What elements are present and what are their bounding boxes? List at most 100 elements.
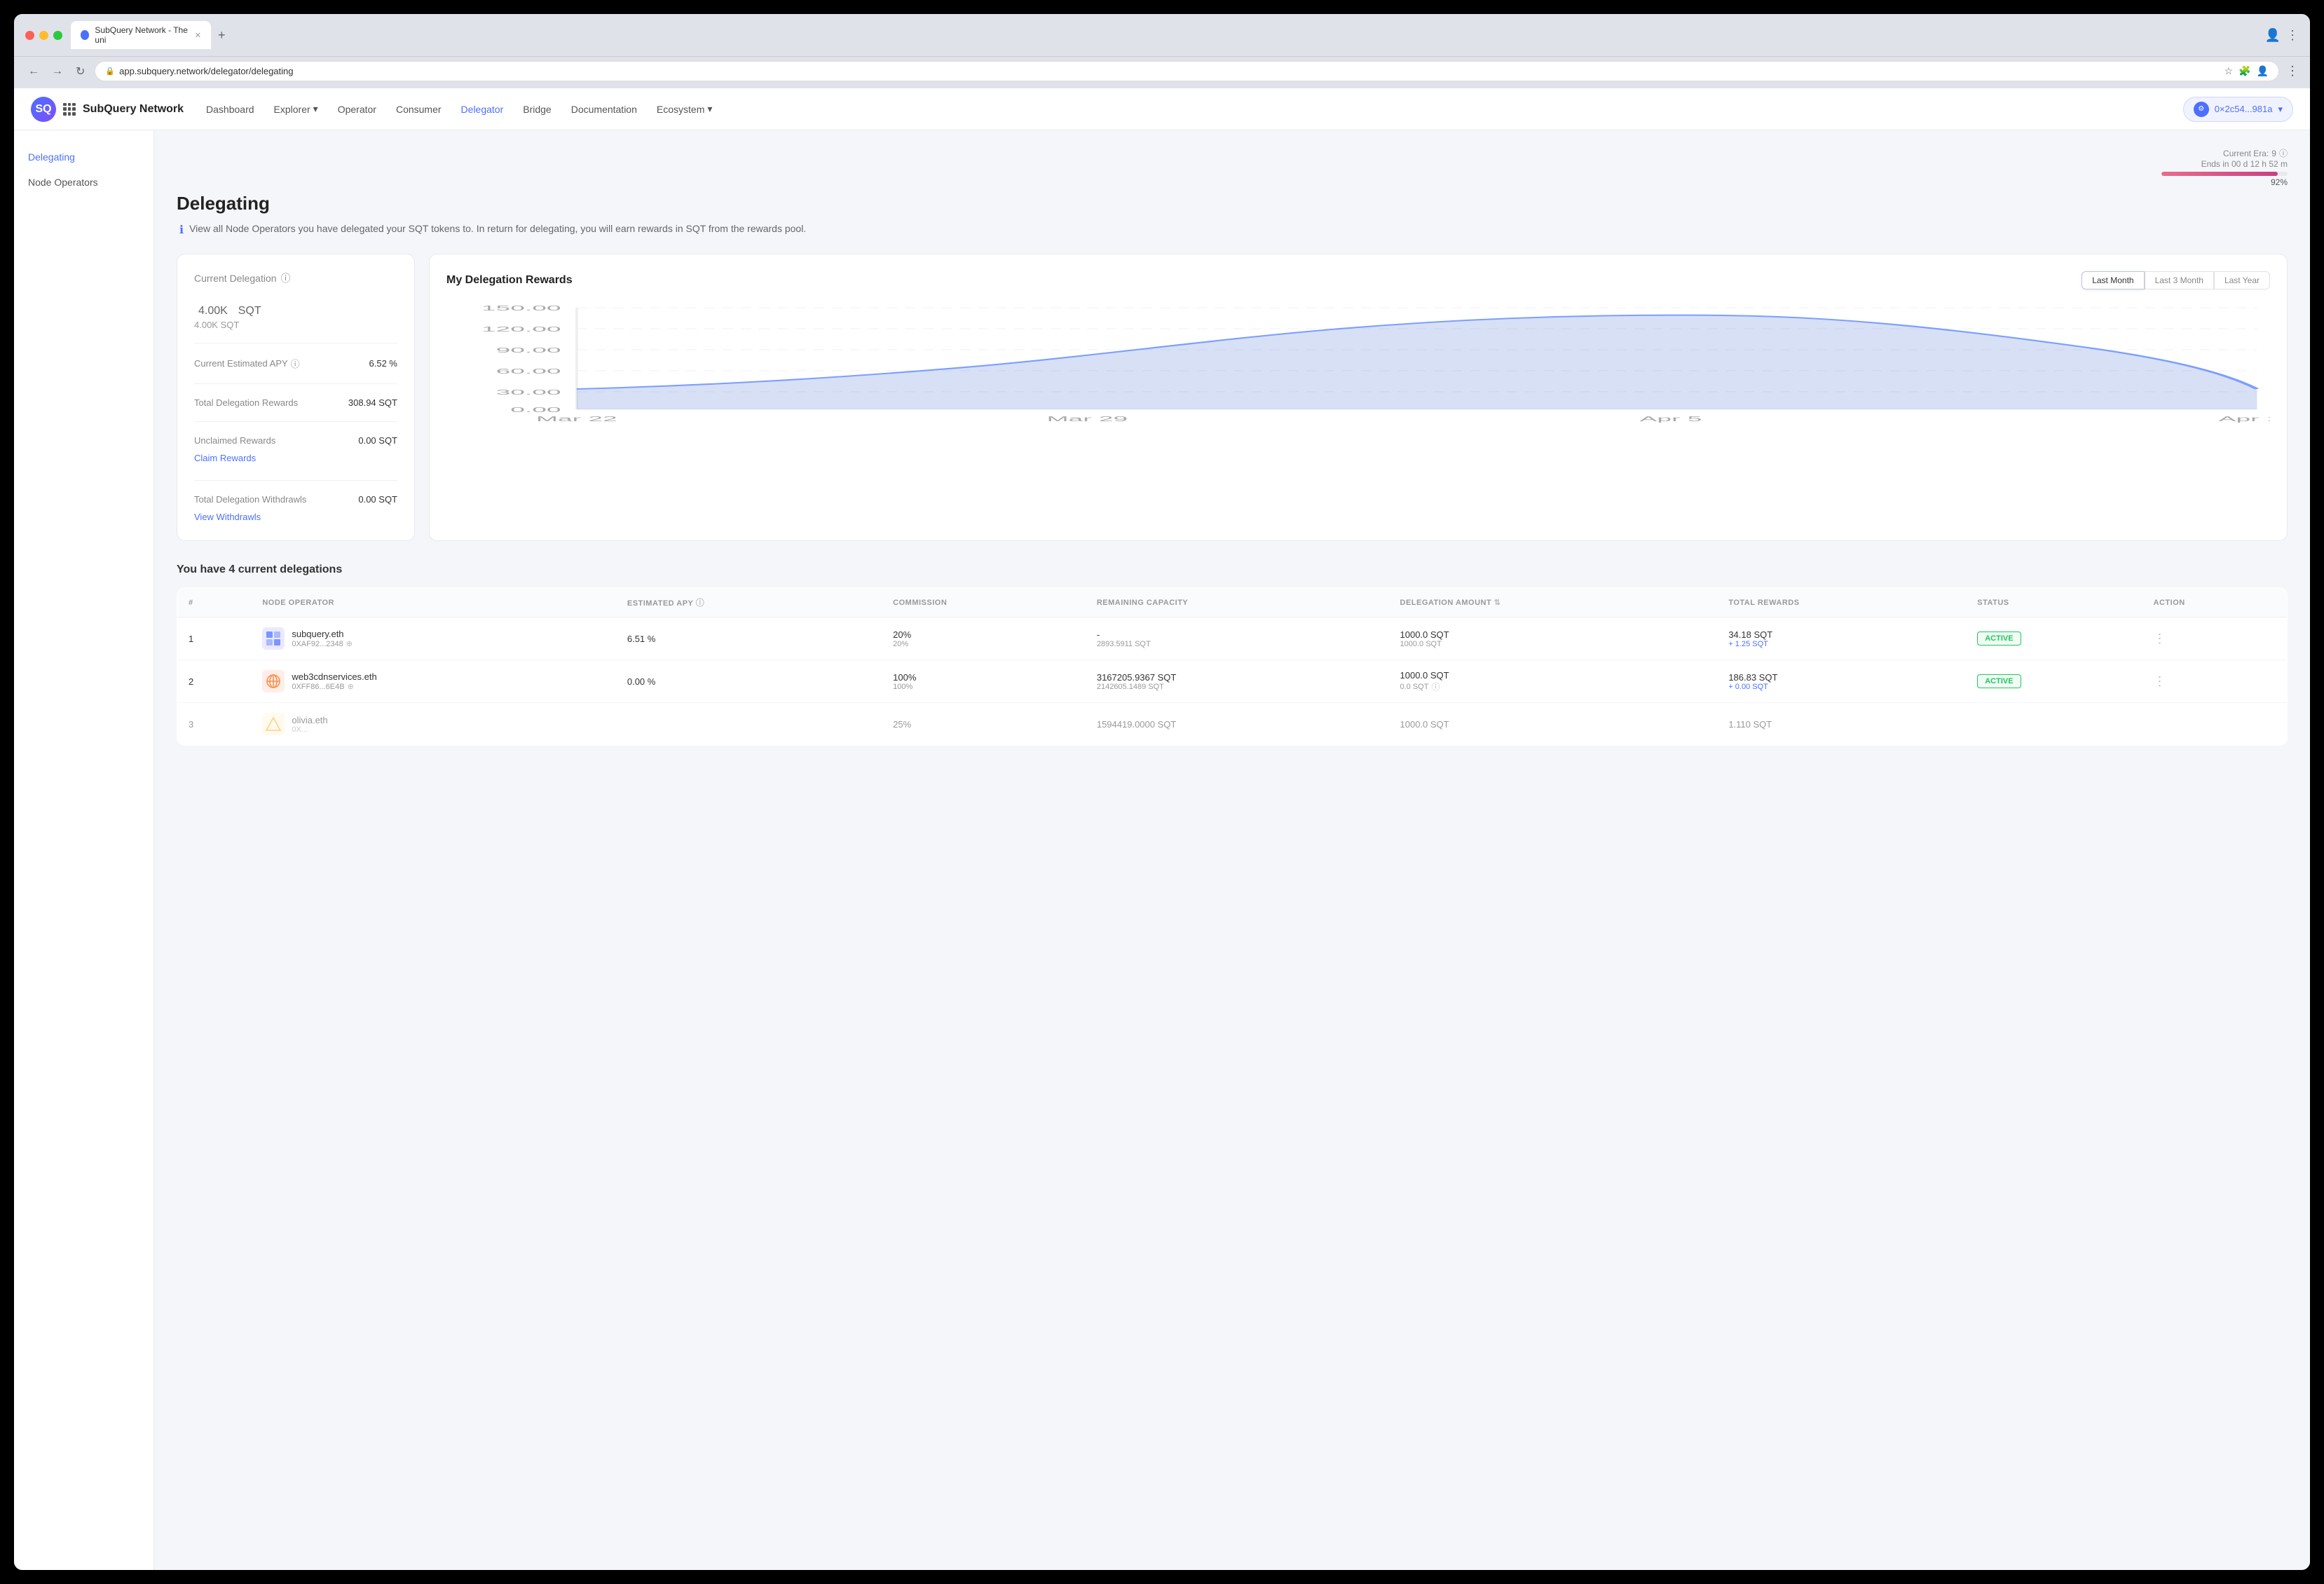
wallet-button[interactable]: ⚙ 0×2c54...981a ▾	[2183, 97, 2293, 122]
wallet-dropdown-icon: ▾	[2278, 104, 2283, 115]
forward-button[interactable]: →	[49, 62, 66, 81]
nav-operator[interactable]: Operator	[338, 104, 376, 115]
extensions-icon[interactable]: 🧩	[2238, 65, 2250, 77]
row2-apy: 0.00 %	[616, 660, 882, 703]
nav-bridge[interactable]: Bridge	[523, 104, 551, 115]
nav-links: Dashboard Explorer ▾ Operator Consumer D…	[206, 103, 2161, 115]
svg-text:Apr 12: Apr 12	[2219, 415, 2270, 423]
row3-operator: olivia.eth 0X...	[251, 703, 616, 746]
app-container: SQ SubQuery Network Dashboard Explorer ▾…	[14, 88, 2310, 1570]
url-text: app.subquery.network/delegator/delegatin…	[119, 66, 2220, 76]
tab-title: SubQuery Network - The uni	[95, 25, 189, 45]
row3-avatar	[262, 713, 285, 735]
profile-avatar[interactable]: 👤	[2257, 65, 2269, 77]
browser-settings-button[interactable]: ⋮	[2286, 64, 2299, 78]
row2-action-menu[interactable]: ⋮	[2154, 674, 2166, 688]
minimize-button[interactable]	[39, 31, 48, 40]
row1-remaining-capacity: - 2893.5911 SQT	[1086, 617, 1389, 660]
address-bar[interactable]: 🔒 app.subquery.network/delegator/delegat…	[95, 61, 2279, 81]
view-withdrawals-link[interactable]: View Withdrawls	[194, 512, 261, 522]
filter-last-year[interactable]: Last Year	[2214, 271, 2270, 289]
reload-button[interactable]: ↻	[73, 62, 88, 81]
filter-last-month[interactable]: Last Month	[2082, 271, 2144, 289]
profile-icon[interactable]: 👤	[2265, 28, 2281, 43]
app-title: SubQuery Network	[83, 103, 184, 116]
sidebar-item-node-operators[interactable]: Node Operators	[14, 170, 153, 195]
delegation-sort-icon[interactable]: ⇅	[1494, 599, 1501, 607]
filter-last-3-month[interactable]: Last 3 Month	[2145, 271, 2214, 289]
row2-delegation: 1000.0 SQT 0.0 SQT ⓘ	[1389, 660, 1718, 703]
main-content: Current Era: 9 ⓘ Ends in 00 d 12 h 52 m …	[154, 130, 2310, 1570]
col-action: ACTION	[2142, 588, 2288, 617]
row1-action[interactable]: ⋮	[2142, 617, 2288, 660]
tab-close-icon[interactable]: ✕	[195, 31, 201, 40]
cards-row: Current Delegation ⓘ 4.00K SQT 4.00K SQT…	[177, 254, 2288, 541]
traffic-lights	[25, 31, 62, 40]
row2-name: web3cdnservices.eth	[292, 671, 376, 682]
row1-operator: subquery.eth 0XAF92...2348 ⊕	[251, 617, 616, 660]
row1-action-menu[interactable]: ⋮	[2154, 631, 2166, 646]
explorer-dropdown-icon: ▾	[313, 103, 318, 115]
row2-avatar	[262, 670, 285, 692]
row1-apy: 6.51 %	[616, 617, 882, 660]
apy-info-icon[interactable]: ⓘ	[291, 357, 300, 370]
withdrawals-row: Total Delegation Withdrawls 0.00 SQT	[194, 491, 397, 508]
row1-copy-icon[interactable]: ⊕	[346, 639, 353, 648]
sidebar: Delegating Node Operators	[14, 130, 154, 1570]
back-button[interactable]: ←	[25, 62, 42, 81]
desc-text: View all Node Operators you have delegat…	[189, 223, 806, 234]
svg-text:60.00: 60.00	[496, 367, 561, 375]
row2-delegation-info-icon[interactable]: ⓘ	[1431, 681, 1440, 692]
row2-status-badge: ACTIVE	[1977, 674, 2021, 688]
era-info: Current Era: 9 ⓘ Ends in 00 d 12 h 52 m …	[177, 147, 2288, 187]
desc-info-icon: ℹ	[179, 223, 184, 237]
logo-area: SQ SubQuery Network	[31, 97, 184, 122]
logo-icon: SQ	[31, 97, 56, 122]
row2-action[interactable]: ⋮	[2142, 660, 2288, 703]
bookmark-icon[interactable]: ☆	[2224, 65, 2234, 77]
svg-text:150.00: 150.00	[481, 304, 561, 312]
apy-value: 6.52 %	[369, 358, 397, 369]
browser-titlebar: SubQuery Network - The uni ✕ + 👤 ⋮	[14, 14, 2310, 57]
row2-commission: 100% 100%	[882, 660, 1086, 703]
row1-index: 1	[177, 617, 252, 660]
table-row: 1	[177, 617, 2288, 660]
col-delegation-amount: DELEGATION AMOUNT ⇅	[1389, 588, 1718, 617]
era-info-icon[interactable]: ⓘ	[2279, 147, 2288, 159]
nav-delegator[interactable]: Delegator	[461, 104, 504, 115]
row1-total-rewards: 34.18 SQT + 1.25 SQT	[1717, 617, 1966, 660]
row1-status-badge: ACTIVE	[1977, 631, 2021, 646]
active-tab[interactable]: SubQuery Network - The uni ✕	[71, 21, 211, 49]
grid-icon[interactable]	[63, 103, 76, 116]
row1-commission: 20% 20%	[882, 617, 1086, 660]
new-tab-button[interactable]: +	[214, 28, 230, 43]
close-button[interactable]	[25, 31, 34, 40]
nav-ecosystem[interactable]: Ecosystem ▾	[657, 103, 713, 115]
rewards-card: My Delegation Rewards Last Month Last 3 …	[429, 254, 2288, 541]
sidebar-item-delegating[interactable]: Delegating	[14, 144, 153, 170]
app-nav: SQ SubQuery Network Dashboard Explorer ▾…	[14, 88, 2310, 130]
apy-col-info-icon[interactable]: ⓘ	[696, 598, 705, 608]
delegations-count: You have 4 current delegations	[177, 564, 2288, 576]
era-ends-value: 00 d 12 h 52 m	[2231, 159, 2288, 169]
nav-documentation[interactable]: Documentation	[571, 104, 637, 115]
nav-dashboard[interactable]: Dashboard	[206, 104, 254, 115]
row2-copy-icon[interactable]: ⊕	[348, 682, 354, 691]
delegation-card-info-icon[interactable]: ⓘ	[281, 271, 291, 285]
col-remaining-capacity: REMAINING CAPACITY	[1086, 588, 1389, 617]
withdrawals-label: Total Delegation Withdrawls	[194, 494, 306, 505]
svg-text:0.00: 0.00	[510, 406, 561, 414]
nav-explorer[interactable]: Explorer ▾	[274, 103, 318, 115]
col-status: STATUS	[1966, 588, 2142, 617]
nav-consumer[interactable]: Consumer	[396, 104, 442, 115]
browser-menu-icon[interactable]: ⋮	[2286, 28, 2299, 43]
unclaimed-rewards-row: Unclaimed Rewards 0.00 SQT	[194, 432, 397, 449]
total-rewards-value: 308.94 SQT	[348, 397, 397, 408]
maximize-button[interactable]	[53, 31, 62, 40]
svg-text:Apr 5: Apr 5	[1640, 415, 1702, 423]
row3-index: 3	[177, 703, 252, 746]
row2-status: ACTIVE	[1966, 660, 2142, 703]
row2-index: 2	[177, 660, 252, 703]
claim-rewards-link[interactable]: Claim Rewards	[194, 453, 256, 463]
table-body: 1	[177, 617, 2288, 746]
